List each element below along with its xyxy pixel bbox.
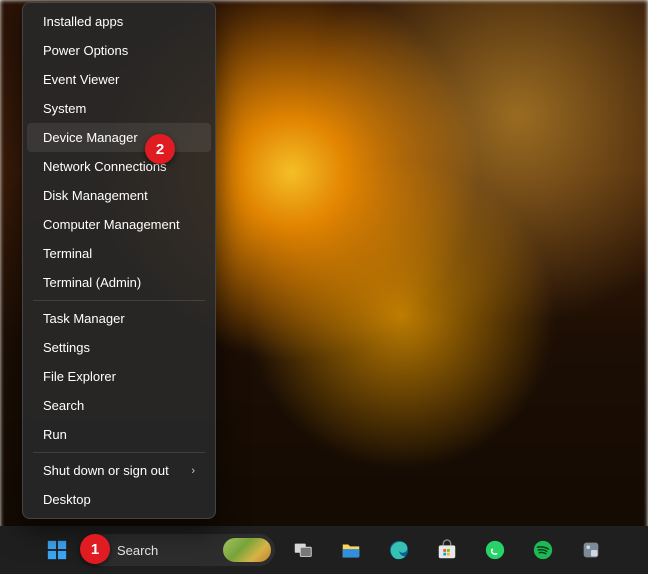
menu-item[interactable]: Run [27, 420, 211, 449]
menu-item-label: Terminal (Admin) [43, 275, 141, 290]
menu-item[interactable]: Computer Management [27, 210, 211, 239]
edge-button[interactable] [379, 530, 419, 570]
menu-item-label: Power Options [43, 43, 128, 58]
menu-item[interactable]: Desktop [27, 485, 211, 514]
menu-item[interactable]: Device Manager [27, 123, 211, 152]
menu-item[interactable]: Event Viewer [27, 65, 211, 94]
menu-item[interactable]: Shut down or sign out › [27, 456, 211, 485]
folder-icon [340, 539, 362, 561]
menu-item[interactable]: File Explorer [27, 362, 211, 391]
menu-separator [33, 300, 205, 301]
windows-icon [46, 539, 68, 561]
task-view-button[interactable] [283, 530, 323, 570]
menu-item-label: Search [43, 398, 84, 413]
menu-item-label: File Explorer [43, 369, 116, 384]
menu-item[interactable]: Network Connections [27, 152, 211, 181]
menu-item[interactable]: Search [27, 391, 211, 420]
winx-context-menu: Installed apps Power Options Event Viewer S… [22, 2, 216, 519]
menu-separator [33, 452, 205, 453]
store-icon [436, 539, 458, 561]
taskbar-search[interactable]: Search [85, 534, 275, 566]
search-decor-image [223, 538, 271, 562]
callout-number: 1 [91, 541, 99, 558]
start-button[interactable] [37, 530, 77, 570]
menu-item[interactable]: Power Options [27, 36, 211, 65]
menu-item-label: Network Connections [43, 159, 167, 174]
menu-item[interactable]: Installed apps [27, 7, 211, 36]
menu-item[interactable]: System [27, 94, 211, 123]
spotify-button[interactable] [523, 530, 563, 570]
menu-item-label: Event Viewer [43, 72, 119, 87]
task-view-icon [292, 539, 314, 561]
menu-item-label: Disk Management [43, 188, 148, 203]
menu-item[interactable]: Terminal [27, 239, 211, 268]
callout-number: 2 [156, 141, 164, 158]
app-button[interactable] [571, 530, 611, 570]
menu-item[interactable]: Terminal (Admin) [27, 268, 211, 297]
file-explorer-button[interactable] [331, 530, 371, 570]
menu-item-label: Run [43, 427, 67, 442]
app-icon [580, 539, 602, 561]
menu-item-label: Shut down or sign out [43, 463, 169, 478]
search-placeholder: Search [117, 543, 158, 558]
menu-item-label: Installed apps [43, 14, 123, 29]
menu-item-label: Computer Management [43, 217, 180, 232]
edge-icon [388, 539, 410, 561]
menu-item[interactable]: Settings [27, 333, 211, 362]
store-button[interactable] [427, 530, 467, 570]
menu-item-label: Task Manager [43, 311, 125, 326]
menu-item-label: Terminal [43, 246, 92, 261]
whatsapp-button[interactable] [475, 530, 515, 570]
menu-item-label: System [43, 101, 86, 116]
menu-item-label: Settings [43, 340, 90, 355]
chevron-right-icon: › [191, 465, 195, 477]
whatsapp-icon [484, 539, 506, 561]
menu-item-label: Device Manager [43, 130, 138, 145]
callout-badge-2: 2 [145, 134, 175, 164]
callout-badge-1: 1 [80, 534, 110, 564]
menu-item[interactable]: Task Manager [27, 304, 211, 333]
menu-item[interactable]: Disk Management [27, 181, 211, 210]
menu-item-label: Desktop [43, 492, 91, 507]
spotify-icon [532, 539, 554, 561]
